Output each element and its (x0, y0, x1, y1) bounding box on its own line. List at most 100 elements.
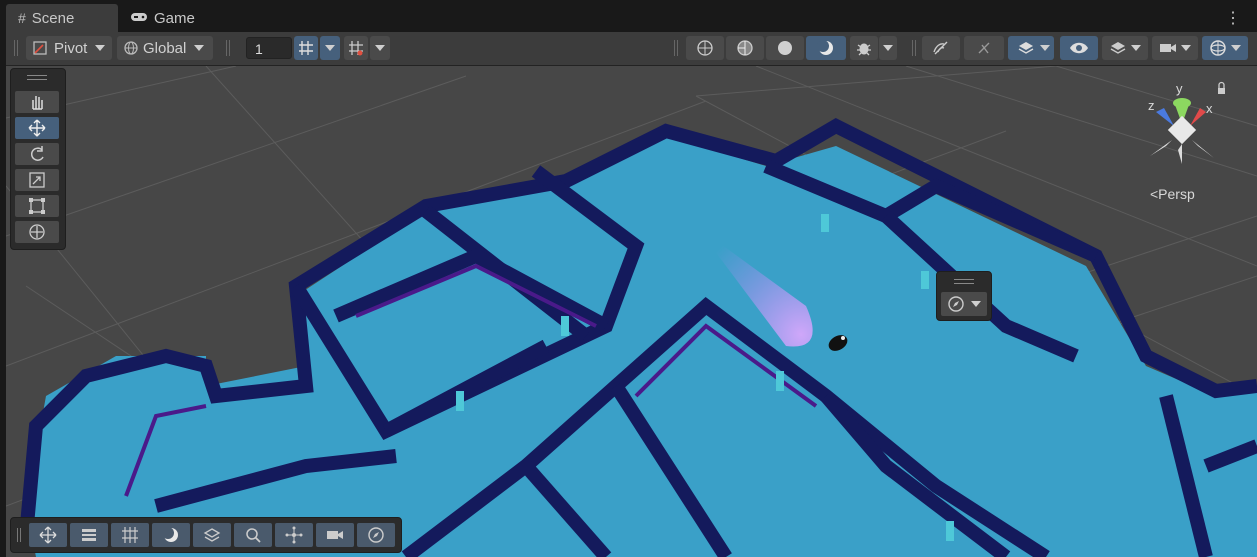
overlay-grip[interactable] (17, 528, 21, 542)
wireframe-shading-button[interactable] (686, 36, 724, 60)
layers-dropdown[interactable] (1102, 36, 1148, 60)
scene-visibility-menu[interactable] (1036, 36, 1054, 60)
debug-draw-menu[interactable] (879, 36, 897, 60)
camera-icon (327, 531, 343, 539)
debug-draw-button[interactable] (850, 36, 878, 60)
scene-render: y z x (6, 66, 1257, 557)
chevron-down-icon (1131, 45, 1141, 51)
tab-scene-label: Scene (31, 9, 75, 27)
chevron-down-icon (1231, 45, 1241, 51)
transform-icon (29, 224, 45, 240)
global-label: Global (143, 39, 187, 57)
bottom-overlay-toolbar (10, 517, 402, 553)
tab-bar: # Scene Game ⋮ (0, 0, 1257, 32)
navigation-dropdown[interactable] (941, 292, 987, 316)
shaded-button[interactable] (766, 36, 804, 60)
tab-game-label: Game (154, 9, 195, 27)
chevron-down-icon (1181, 45, 1191, 51)
chevron-down-icon (194, 45, 205, 51)
nodes-overlay-button[interactable] (275, 523, 313, 547)
pivot-icon (33, 41, 47, 55)
floating-overlay (936, 271, 992, 321)
wireframe-sphere-icon (697, 40, 713, 56)
sliders-overlay-button[interactable] (70, 523, 108, 547)
lit-shading-button[interactable] (806, 36, 846, 60)
stack-icon (1110, 42, 1126, 54)
projection-toggle[interactable]: <Persp (1150, 186, 1195, 202)
chevron-down-icon (325, 45, 335, 51)
scale-icon (29, 172, 45, 188)
camera-overlay-button[interactable] (316, 523, 354, 547)
gizmo-x-label: x (1206, 101, 1213, 116)
camera-settings-dropdown[interactable] (1152, 36, 1198, 60)
gizmos-dropdown[interactable] (1202, 36, 1248, 60)
shaded-sphere-icon (778, 41, 792, 55)
toolbar-grip[interactable] (674, 40, 678, 56)
chevron-down-icon (95, 45, 106, 51)
overlay-grip[interactable] (954, 279, 974, 284)
tab-scene[interactable]: # Scene (6, 4, 118, 32)
move-icon (39, 526, 57, 544)
move-icon (28, 119, 46, 137)
grid-icon (299, 41, 313, 55)
rotate-tool-button[interactable] (15, 143, 59, 165)
globe-icon (124, 41, 138, 55)
hand-icon (32, 96, 43, 110)
eye-icon (1070, 42, 1088, 54)
grid-visibility-menu[interactable] (320, 36, 340, 60)
layers-overlay-button[interactable] (193, 523, 231, 547)
layers-icon (203, 528, 221, 542)
shaded-wireframe-button[interactable] (726, 36, 764, 60)
chevron-down-icon (971, 301, 981, 307)
effects-off-icon (978, 42, 990, 54)
grid-snap-icon (122, 527, 138, 543)
scene-viewport[interactable]: y z x (6, 66, 1257, 557)
search-overlay-button[interactable] (234, 523, 272, 547)
transform-tool-button[interactable] (15, 221, 59, 243)
sliders-icon (82, 529, 96, 541)
nodes-icon (285, 526, 303, 544)
audio-off-icon (933, 41, 948, 55)
gizmo-icon (1210, 40, 1226, 56)
shading-icon (162, 527, 178, 542)
shading-overlay-button[interactable] (152, 523, 190, 547)
move-tool-button[interactable] (15, 117, 59, 139)
more-options-icon[interactable]: ⋮ (1225, 8, 1241, 28)
overlay-grip[interactable] (27, 75, 47, 80)
toolbar-grip[interactable] (226, 40, 230, 56)
snap-button[interactable] (344, 36, 368, 60)
tools-overlay (10, 68, 66, 250)
2d-mode-button[interactable] (922, 36, 960, 60)
compass-overlay-button[interactable] (357, 523, 395, 547)
moon-sphere-icon (817, 40, 833, 55)
compass-icon (948, 296, 964, 312)
pivot-label: Pivot (54, 39, 88, 57)
tab-game[interactable]: Game (128, 4, 228, 32)
snap-menu[interactable] (370, 36, 390, 60)
grid-visibility-button[interactable] (294, 36, 318, 60)
toolbar-grip[interactable] (14, 40, 18, 56)
gizmo-y-label: y (1176, 81, 1183, 96)
scale-tool-button[interactable] (15, 169, 59, 191)
grid-snap-overlay-button[interactable] (111, 523, 149, 547)
scene-toolbar: Pivot Global 1 (6, 32, 1257, 66)
bug-icon (857, 43, 871, 56)
rect-tool-button[interactable] (15, 195, 59, 217)
rotate-icon (30, 146, 44, 161)
pivot-dropdown[interactable]: Pivot (26, 36, 112, 60)
rect-icon (29, 198, 45, 214)
fx-toggle-button[interactable] (964, 36, 1004, 60)
hash-icon: # (18, 10, 26, 26)
chevron-down-icon (883, 45, 893, 51)
gizmo-z-label: z (1148, 98, 1155, 113)
orientation-gizmo[interactable] (1150, 81, 1225, 165)
grid-size-input[interactable]: 1 (246, 37, 292, 59)
hand-tool-button[interactable] (15, 91, 59, 113)
layers-icon (1018, 42, 1034, 54)
move-overlay-button[interactable] (29, 523, 67, 547)
toolbar-grip[interactable] (912, 40, 916, 56)
gamepad-icon (130, 10, 148, 26)
hidden-objects-toggle[interactable] (1060, 36, 1098, 60)
global-dropdown[interactable]: Global (117, 36, 213, 60)
compass-icon (368, 527, 384, 543)
